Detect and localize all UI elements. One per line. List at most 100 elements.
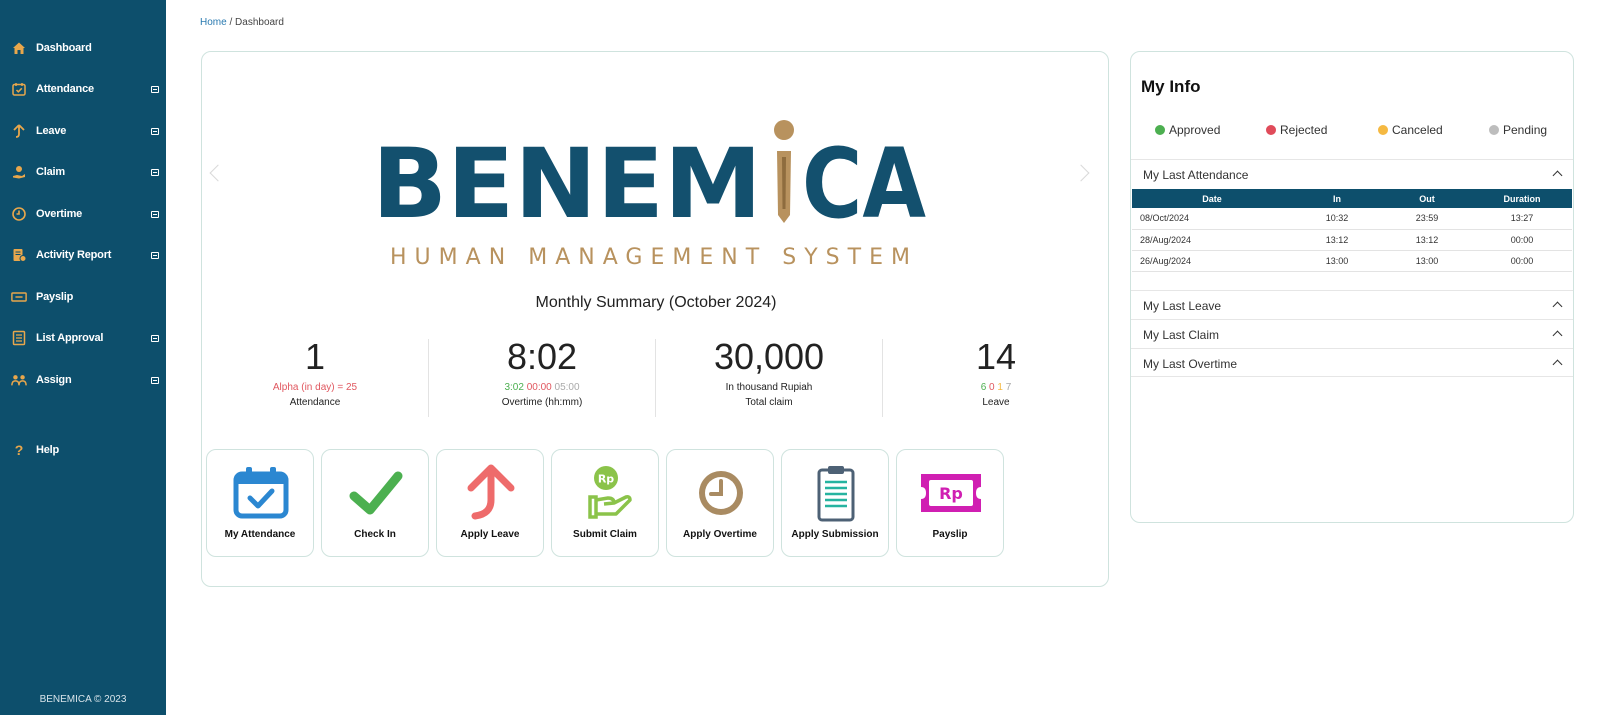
clock-icon [699, 471, 743, 515]
apply-overtime-button[interactable]: Apply Overtime [666, 449, 774, 557]
accordion-last-leave[interactable]: My Last Leave [1131, 290, 1573, 319]
arrow-up-icon [467, 464, 515, 520]
action-label: Check In [354, 529, 396, 540]
cell-date: 08/Oct/2024 [1132, 208, 1292, 230]
sidebar-item-assign[interactable]: Assign [0, 365, 166, 395]
breadcrumb-home-link[interactable]: Home [200, 17, 227, 28]
arrow-up-icon [11, 123, 27, 139]
my-info-card: My Info Approved Rejected Canceled Pendi… [1130, 51, 1574, 523]
column-header: Duration [1472, 189, 1572, 208]
expand-icon[interactable] [151, 334, 159, 342]
accordion-last-overtime[interactable]: My Last Overtime [1131, 348, 1573, 377]
sidebar-item-label: Leave [36, 125, 67, 137]
accordion-title: My Last Attendance [1143, 168, 1249, 182]
accordion-last-attendance[interactable]: My Last Attendance [1131, 159, 1573, 188]
sidebar-item-attendance[interactable]: Attendance [0, 74, 166, 104]
sidebar-item-label: Activity Report [36, 249, 112, 261]
stat-value: 1 [304, 336, 326, 377]
payslip-icon [11, 289, 27, 305]
accordion-last-claim[interactable]: My Last Claim [1131, 319, 1573, 348]
action-label: Apply Overtime [683, 529, 757, 540]
stat-sub: 3:02 00:00 05:00 [429, 382, 655, 395]
carousel-next-icon[interactable] [1072, 164, 1090, 182]
monthly-summary-title: Monthly Summary (October 2024) [535, 294, 777, 311]
stat-claim: 30,000 In thousand Rupiah Total claim [656, 334, 882, 408]
sidebar-item-activity-report[interactable]: Activity Report [0, 240, 166, 270]
stat-value: 30,000 [713, 336, 825, 377]
table-row: 28/Aug/2024 13:12 13:12 00:00 [1132, 229, 1572, 251]
apply-submission-button[interactable]: Apply Submission [781, 449, 889, 557]
claim-unit: In thousand Rupiah [725, 382, 813, 393]
expand-icon[interactable] [151, 168, 159, 176]
sidebar: Dashboard Attendance Leave Claim Overtim… [0, 0, 166, 715]
expand-icon[interactable] [151, 85, 159, 93]
sidebar-item-dashboard[interactable]: Dashboard [0, 33, 166, 63]
breadcrumb: Home / Dashboard [200, 17, 284, 28]
column-header: Date [1132, 189, 1292, 208]
sidebar-item-label: List Approval [36, 332, 104, 344]
chevron-up-icon [1552, 359, 1563, 370]
stat-value: 14 [975, 336, 1017, 377]
accordion-title: My Last Overtime [1143, 357, 1238, 371]
svg-text:BENEM: BENEM [372, 128, 762, 240]
sidebar-item-overtime[interactable]: Overtime [0, 199, 166, 229]
legend-rejected: Rejected [1266, 123, 1327, 137]
leave-canceled: 1 [997, 382, 1003, 393]
legend-dot [1266, 125, 1276, 135]
legend-label: Canceled [1392, 123, 1443, 137]
sidebar-item-label: Overtime [36, 208, 83, 220]
list-icon [11, 330, 27, 346]
sidebar-item-payslip[interactable]: Payslip [0, 282, 166, 312]
sidebar-item-label: Assign [36, 374, 72, 386]
submit-claim-button[interactable]: Rp Submit Claim [551, 449, 659, 557]
sidebar-item-leave[interactable]: Leave [0, 116, 166, 146]
cell-date: 28/Aug/2024 [1132, 229, 1292, 251]
overtime-pending: 05:00 [554, 382, 580, 393]
sidebar-item-label: Help [36, 444, 60, 456]
table-header-row: Date In Out Duration [1132, 189, 1572, 208]
leave-approved: 6 [980, 382, 987, 393]
expand-icon[interactable] [151, 210, 159, 218]
clipboard-icon [817, 466, 855, 522]
sidebar-item-help[interactable]: ? Help [0, 435, 166, 465]
stat-sub: In thousand Rupiah [656, 382, 882, 395]
apply-leave-button[interactable]: Apply Leave [436, 449, 544, 557]
legend-dot [1489, 125, 1499, 135]
legend-pending: Pending [1489, 123, 1547, 137]
sidebar-item-claim[interactable]: Claim [0, 157, 166, 187]
chevron-up-icon [1552, 170, 1563, 181]
accordion-title: My Last Claim [1143, 328, 1220, 342]
cell-in: 13:00 [1292, 250, 1382, 272]
legend-label: Pending [1503, 123, 1548, 137]
cell-date: 26/Aug/2024 [1132, 250, 1292, 272]
cell-out: 13:12 [1382, 229, 1472, 251]
chevron-up-icon [1552, 330, 1563, 341]
sidebar-footer: BENEMICA © 2023 [39, 694, 127, 705]
stat-caption: Attendance [289, 397, 341, 408]
benemica-logo: BENEM CA HUMAN MANAGEMENT SYSTEM [372, 120, 926, 267]
legend-canceled: Canceled [1378, 123, 1443, 137]
action-label: Payslip [932, 529, 968, 540]
legend-label: Rejected [1280, 123, 1328, 137]
expand-icon[interactable] [151, 251, 159, 259]
stat-leave: 14 6 0 1 7 Leave [883, 334, 1109, 408]
my-attendance-button[interactable]: My Attendance [206, 449, 314, 557]
sidebar-item-label: Payslip [36, 291, 74, 303]
check-in-button[interactable]: Check In [321, 449, 429, 557]
action-label: Apply Submission [791, 529, 879, 540]
stat-overtime: 8:02 3:02 00:00 05:00 Overtime (hh:mm) [429, 334, 655, 408]
leave-pending: 7 [1005, 382, 1012, 393]
expand-icon[interactable] [151, 376, 159, 384]
svg-text:Rp: Rp [939, 484, 963, 503]
payslip-button[interactable]: Rp Payslip [896, 449, 1004, 557]
stat-attendance: 1 Alpha (in day) = 25 Attendance [202, 334, 428, 408]
attendance-table: Date In Out Duration 08/Oct/2024 10:32 2… [1132, 189, 1572, 272]
expand-icon[interactable] [151, 127, 159, 135]
report-icon [11, 247, 27, 263]
sidebar-item-label: Claim [36, 166, 65, 178]
table-row: 08/Oct/2024 10:32 23:59 13:27 [1132, 208, 1572, 230]
legend-approved: Approved [1155, 123, 1220, 137]
cell-out: 13:00 [1382, 250, 1472, 272]
carousel-prev-icon[interactable] [209, 164, 227, 182]
sidebar-item-list-approval[interactable]: List Approval [0, 323, 166, 353]
